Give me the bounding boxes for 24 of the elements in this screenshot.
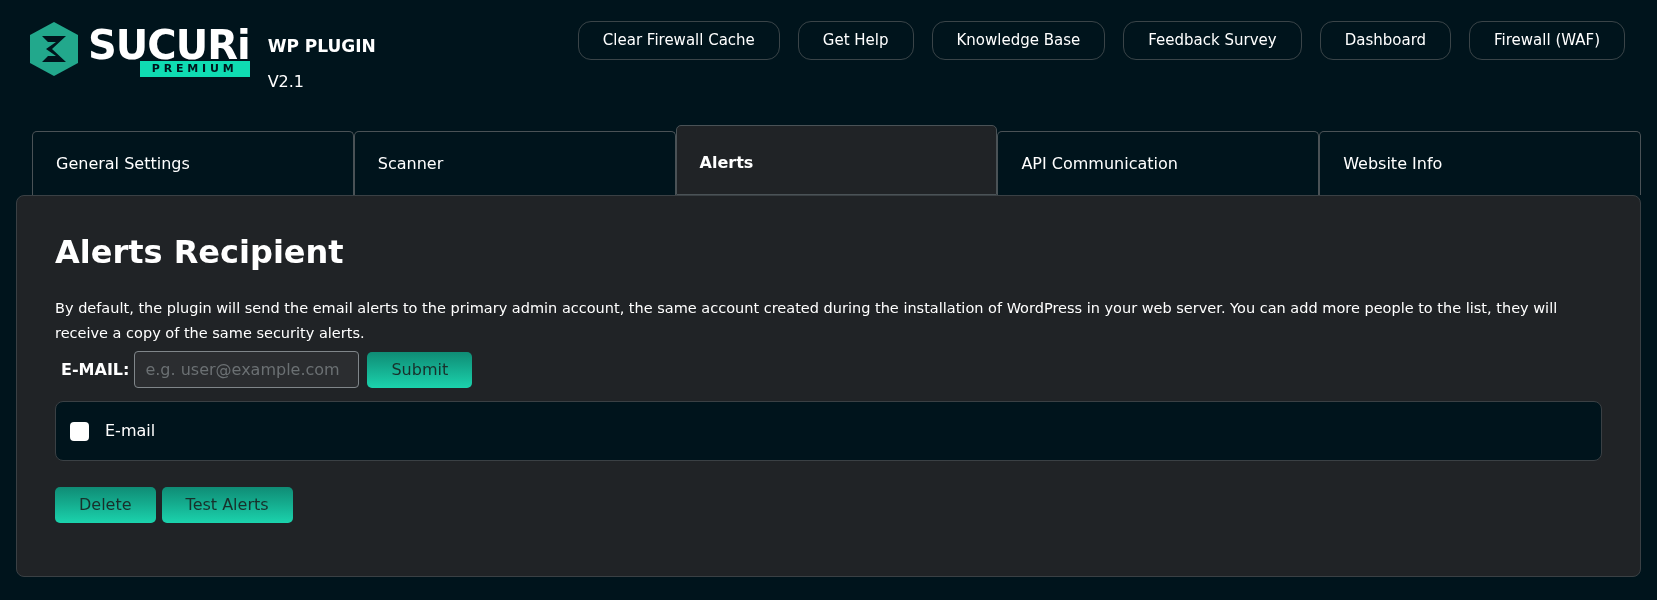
header-link-button[interactable]: Clear Firewall Cache bbox=[577, 21, 780, 60]
header-link-button[interactable]: Firewall (WAF) bbox=[1469, 21, 1625, 60]
action-button[interactable]: Test Alerts bbox=[161, 487, 293, 523]
panel-description: By default, the plugin will send the email alerts to the primary admin account, the same account created during the installation of WordPress in your web server. You can add more people to the list, they will receive a copy of the same security alerts. bbox=[55, 299, 1559, 343]
recipient-email: E-mail bbox=[105, 420, 156, 442]
checkbox[interactable] bbox=[70, 421, 89, 441]
email-label: E-MAIL: bbox=[61, 358, 130, 381]
tab[interactable]: API Communication bbox=[997, 131, 1320, 195]
tab[interactable]: Alerts bbox=[675, 125, 998, 195]
header-link-button[interactable]: Feedback Survey bbox=[1123, 21, 1302, 60]
header-link-button[interactable]: Get Help bbox=[797, 21, 914, 60]
email-input-field[interactable]: e.g. user@example.com bbox=[134, 351, 360, 388]
panel-title: Alerts Recipient bbox=[55, 232, 345, 272]
version-label: V2.1 bbox=[267, 70, 306, 93]
header-link-button[interactable]: Knowledge Base bbox=[931, 21, 1106, 60]
tab[interactable]: General Settings bbox=[32, 131, 354, 195]
action-button[interactable]: Delete bbox=[55, 487, 156, 523]
tab[interactable]: Website Info bbox=[1319, 131, 1641, 195]
product-name: WP PLUGIN bbox=[267, 35, 376, 58]
logo-hexagon-icon bbox=[28, 20, 80, 78]
logo-premium-badge: PREMIUM bbox=[139, 61, 250, 77]
tab[interactable]: Scanner bbox=[353, 131, 676, 195]
submit-button[interactable]: Submit bbox=[367, 351, 473, 388]
header-link-button[interactable]: Dashboard bbox=[1319, 21, 1452, 60]
